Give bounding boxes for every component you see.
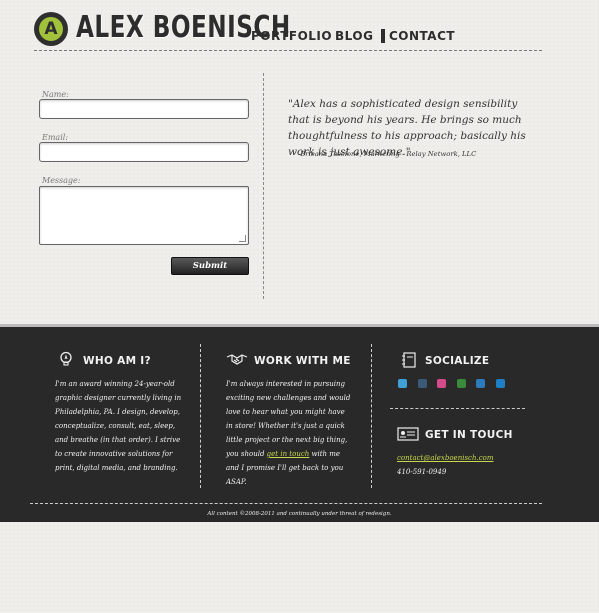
work-text-before: I'm always interested in pursuing exciti… [226, 380, 351, 458]
content-divider [263, 73, 264, 299]
nav-portfolio[interactable]: PORTFOLIO [251, 29, 332, 43]
tumblr-icon[interactable] [418, 379, 427, 388]
socialize-title: SOCIALIZE [425, 355, 490, 367]
behance-icon[interactable] [496, 379, 505, 388]
ifs-icon[interactable] [457, 379, 466, 388]
name-label: Name: [42, 90, 69, 99]
work-with-me-text: I'm always interested in pursuing exciti… [226, 377, 352, 489]
twitter-icon[interactable] [398, 379, 407, 388]
phone-number: 410-591-0949 [397, 468, 447, 476]
footer-divider [371, 344, 372, 488]
dribbble-icon[interactable] [437, 379, 446, 388]
footer-bottom-divider [30, 503, 542, 504]
nav-blog[interactable]: BLOG [335, 29, 373, 43]
header-divider [34, 50, 542, 51]
message-label: Message: [42, 176, 81, 185]
linkedin-icon[interactable] [476, 379, 485, 388]
contact-card-icon [397, 426, 419, 442]
email-field[interactable] [39, 142, 249, 162]
footer-divider [200, 344, 201, 488]
who-am-i-text: I'm an award winning 24-year-old graphic… [55, 380, 182, 472]
lightbulb-icon [58, 351, 74, 367]
message-field[interactable] [39, 186, 249, 245]
testimonial-attribution: -Brieana Tascione, Marketing - Relay Net… [298, 150, 477, 158]
submit-button[interactable]: Submit [171, 257, 249, 275]
email-link[interactable]: contact@alexboenisch.com [397, 454, 493, 462]
name-field[interactable] [39, 99, 249, 119]
nav-contact[interactable]: CONTACT [381, 29, 455, 43]
who-am-i-title: WHO AM I? [83, 355, 151, 367]
email-label: Email: [42, 133, 69, 142]
socialize-divider [390, 408, 525, 409]
get-in-touch-title: GET IN TOUCH [425, 429, 513, 441]
resize-handle-icon[interactable] [239, 235, 246, 242]
work-with-me-title: WORK WITH ME [254, 355, 351, 367]
notebook-icon [401, 352, 417, 368]
logo-icon[interactable]: A [34, 12, 68, 46]
handshake-icon [226, 351, 248, 367]
logo-glyph: A [44, 19, 58, 39]
copyright: All content ©2008-2011 and continually u… [207, 511, 392, 517]
get-in-touch-link[interactable]: get in touch [267, 450, 310, 458]
